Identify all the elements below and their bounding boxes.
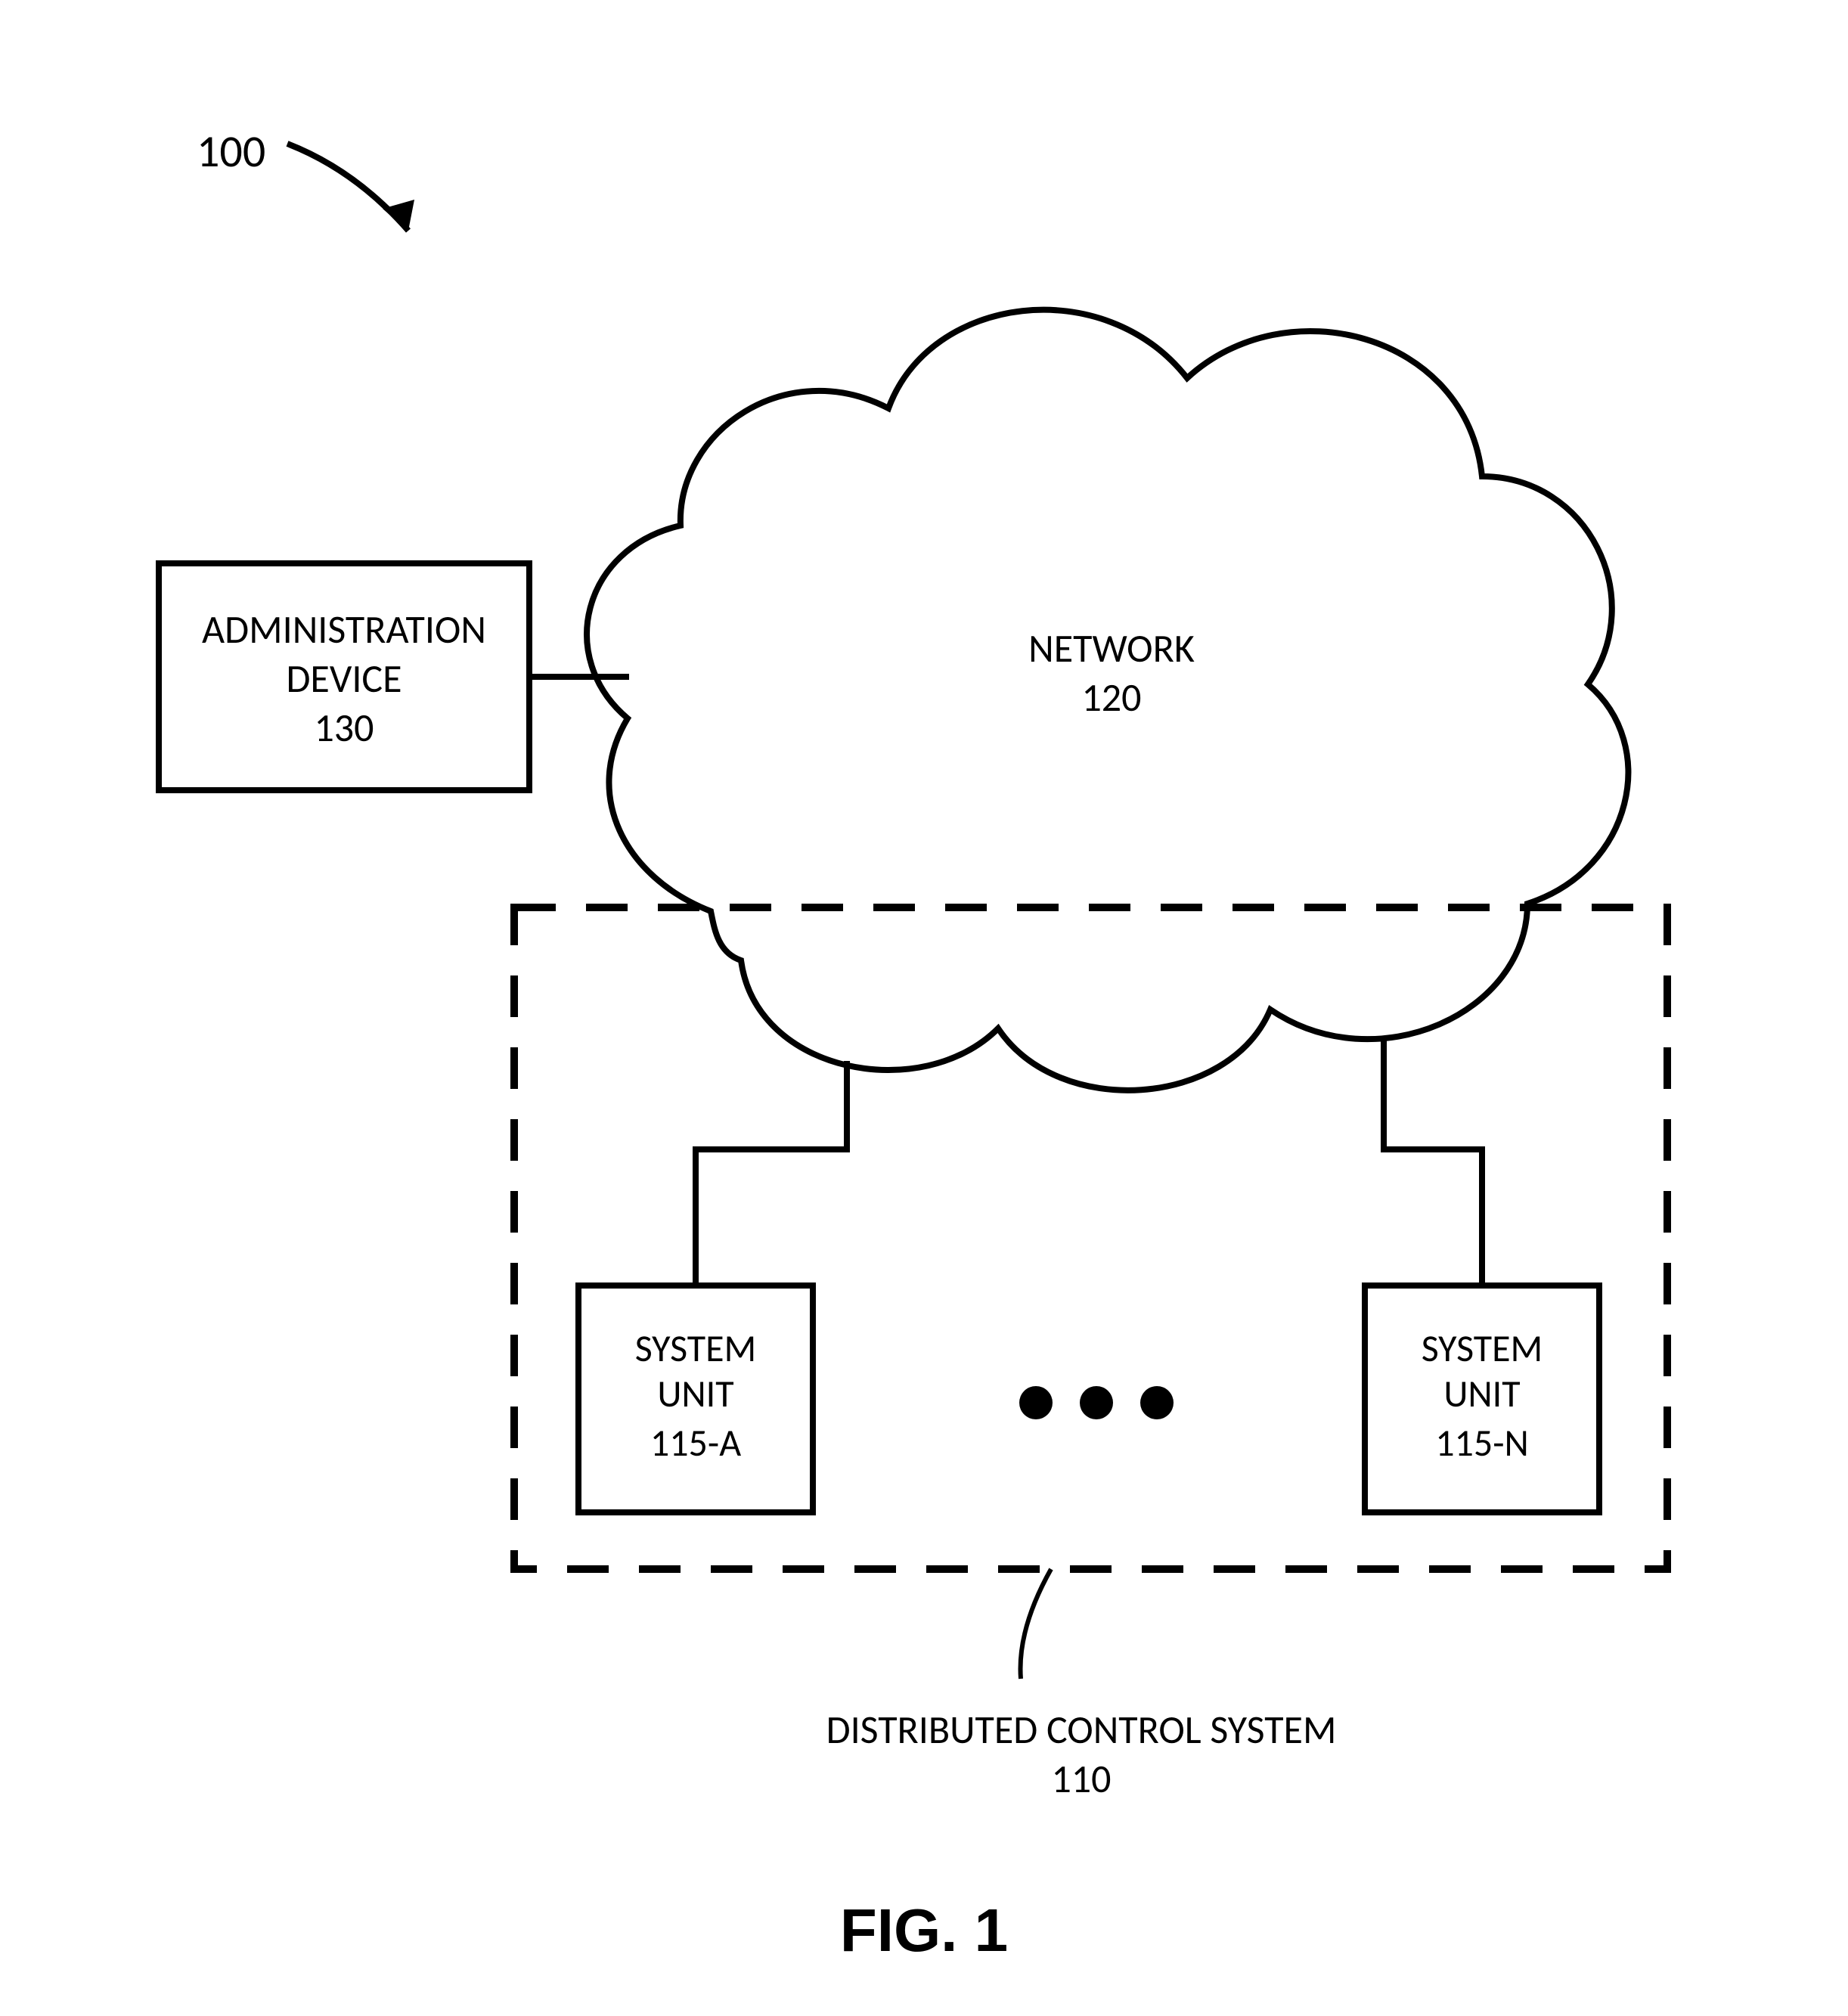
figure-ref-arrow bbox=[287, 144, 408, 231]
ellipsis-dot bbox=[1019, 1386, 1053, 1419]
system-unit-n-line1: SYSTEM bbox=[1422, 1326, 1543, 1372]
dcs-label: DISTRIBUTED CONTROL SYSTEM bbox=[826, 1705, 1337, 1754]
admin-device-num: 130 bbox=[314, 703, 374, 752]
system-unit-a-line2: UNIT bbox=[657, 1371, 733, 1417]
figure-title: FIG. 1 bbox=[840, 1897, 1008, 1964]
ellipsis-dot bbox=[1140, 1386, 1174, 1419]
figure-ref-arrowhead bbox=[383, 200, 414, 231]
system-unit-a-line1: SYSTEM bbox=[635, 1326, 757, 1372]
system-unit-n-num: 115-N bbox=[1435, 1420, 1529, 1466]
dcs-leader bbox=[1021, 1569, 1052, 1679]
admin-device-line2: DEVICE bbox=[286, 654, 402, 702]
network-num: 120 bbox=[1081, 673, 1141, 721]
system-unit-a-num: 115-A bbox=[650, 1420, 741, 1466]
admin-device-line1: ADMINISTRATION bbox=[202, 605, 486, 653]
ellipsis-dot bbox=[1080, 1386, 1113, 1419]
network-label: NETWORK bbox=[1028, 624, 1195, 672]
figure-ref: 100 bbox=[197, 124, 265, 179]
connector-cloud-unit-a bbox=[696, 1061, 847, 1286]
connector-cloud-unit-n bbox=[1384, 1038, 1482, 1286]
dcs-num: 110 bbox=[1051, 1754, 1111, 1803]
system-unit-n-line2: UNIT bbox=[1443, 1371, 1520, 1417]
